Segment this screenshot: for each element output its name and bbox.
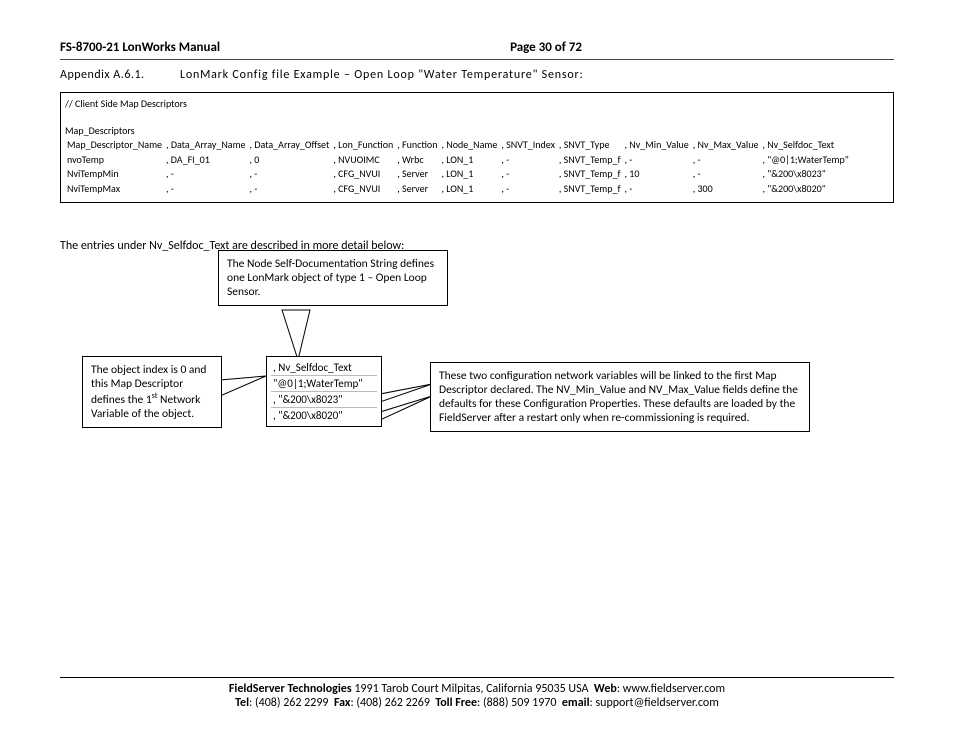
page-footer: FieldServer Technologies 1991 Tarob Cour…: [60, 671, 894, 710]
col-header: , Data_Array_Name: [164, 138, 248, 153]
table-row: nvoTemp, DA_FI_01, 0, NVUOIMC, Wrbc, LON…: [65, 153, 851, 168]
col-header: , SNVT_Type: [557, 138, 623, 153]
table-header-row: Map_Descriptor_Name , Data_Array_Name , …: [65, 138, 851, 153]
footer-rule: [60, 677, 894, 678]
config-comment: // Client Side Map Descriptors: [65, 97, 889, 112]
code-line: "@0|1;WaterTemp": [271, 376, 377, 392]
section-heading: Appendix A.6.1. LonMark Config file Exam…: [60, 68, 894, 82]
callout-left-text: The object index is 0 and this Map Descr…: [91, 363, 206, 421]
manual-title: FS-8700-21 LonWorks Manual: [60, 40, 220, 55]
callout-top: The Node Self-Documentation String defin…: [218, 250, 448, 306]
code-line: , "&200\x8020": [271, 408, 377, 423]
col-header: , Nv_Max_Value: [691, 138, 761, 153]
col-header: , Nv_Selfdoc_Text: [760, 138, 850, 153]
table-row: NviTempMin, -, -, CFG_NVUI, Server, LON_…: [65, 167, 851, 182]
callout-right-text: These two configuration network variable…: [439, 369, 798, 425]
col-header: , Data_Array_Offset: [248, 138, 332, 153]
selfdoc-code-box: , Nv_Selfdoc_Text "@0|1;WaterTemp" , "&2…: [266, 356, 382, 427]
map-descriptors-table: Map_Descriptor_Name , Data_Array_Name , …: [65, 138, 851, 196]
callout-connectors: [60, 240, 894, 470]
code-line: , "&200\x8023": [271, 392, 377, 408]
footer-line-1: FieldServer Technologies 1991 Tarob Cour…: [60, 682, 894, 696]
col-header: , Nv_Min_Value: [623, 138, 691, 153]
appendix-title: LonMark Config file Example – Open Loop …: [180, 68, 894, 82]
table-row: NviTempMax, -, -, CFG_NVUI, Server, LON_…: [65, 182, 851, 197]
diagram-area: The Node Self-Documentation String defin…: [60, 240, 894, 470]
config-file-box: // Client Side Map Descriptors Map_Descr…: [60, 92, 894, 203]
callout-top-text: The Node Self-Documentation String defin…: [227, 257, 434, 299]
callout-left: The object index is 0 and this Map Descr…: [82, 356, 222, 428]
appendix-number: Appendix A.6.1.: [60, 68, 180, 82]
header-rule: [60, 59, 894, 60]
page-number: Page 30 of 72: [510, 40, 582, 55]
table-label: Map_Descriptors: [65, 124, 889, 139]
col-header: Map_Descriptor_Name: [65, 138, 164, 153]
page-header: FS-8700-21 LonWorks Manual Page 30 of 72: [60, 40, 894, 55]
col-header: , SNVT_Index: [499, 138, 557, 153]
code-line: , Nv_Selfdoc_Text: [271, 360, 377, 376]
col-header: , Lon_Function: [331, 138, 395, 153]
page: FS-8700-21 LonWorks Manual Page 30 of 72…: [0, 0, 954, 738]
footer-line-2: Tel: (408) 262 2299 Fax: (408) 262 2269 …: [60, 696, 894, 710]
col-header: , Node_Name: [439, 138, 499, 153]
callout-right: These two configuration network variable…: [430, 362, 810, 432]
col-header: , Function: [395, 138, 439, 153]
